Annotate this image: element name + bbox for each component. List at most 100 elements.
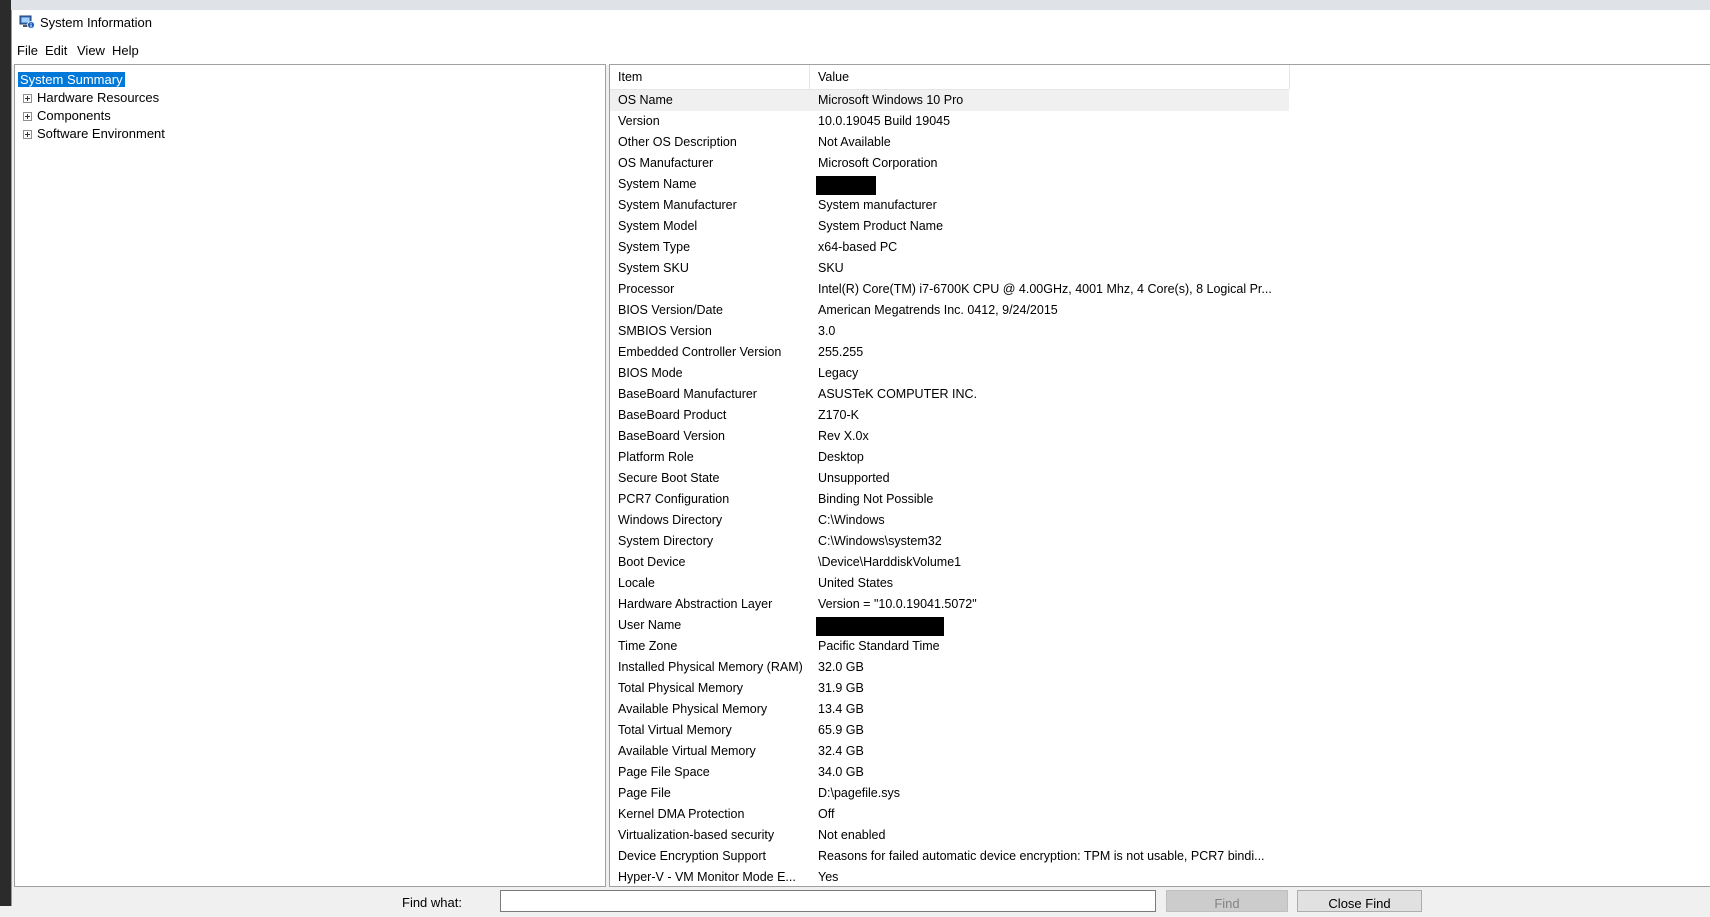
tree-item-system-summary[interactable]: System Summary bbox=[18, 71, 125, 89]
row-value: D:\pagefile.sys bbox=[818, 786, 900, 800]
expand-plus-icon[interactable] bbox=[23, 94, 32, 104]
row-item: Time Zone bbox=[618, 639, 678, 653]
title-bar[interactable]: System Information bbox=[12, 10, 1710, 37]
menu-help[interactable]: Help bbox=[112, 43, 139, 58]
table-row[interactable]: OS Name Microsoft Windows 10 Pro bbox=[610, 90, 1289, 111]
row-item: Version bbox=[618, 114, 660, 128]
row-item: OS Name bbox=[618, 93, 673, 107]
menu-bar: File Edit View Help bbox=[12, 37, 1710, 65]
table-row[interactable]: Kernel DMA Protection Off bbox=[610, 804, 1710, 825]
table-row[interactable]: Boot Device \Device\HarddiskVolume1 bbox=[610, 552, 1710, 573]
table-row[interactable]: BIOS Mode Legacy bbox=[610, 363, 1710, 384]
row-value: 32.4 GB bbox=[818, 744, 864, 758]
menu-file[interactable]: File bbox=[17, 43, 38, 58]
row-item: PCR7 Configuration bbox=[618, 492, 730, 506]
table-row[interactable]: Other OS Description Not Available bbox=[610, 132, 1710, 153]
row-value: Version = "10.0.19041.5072" bbox=[818, 597, 977, 611]
table-row[interactable]: User Name bbox=[610, 615, 1710, 636]
row-value: Off bbox=[818, 807, 835, 821]
list-rows: OS Name Microsoft Windows 10 Pro Version 10… bbox=[610, 90, 1710, 886]
table-row[interactable]: System Directory C:\Windows\system32 bbox=[610, 531, 1710, 552]
table-row[interactable]: Platform Role Desktop bbox=[610, 447, 1710, 468]
find-what-input[interactable] bbox=[500, 890, 1156, 912]
table-row[interactable]: Locale United States bbox=[610, 573, 1710, 594]
row-value: United States bbox=[818, 576, 894, 590]
row-item: Hardware Abstraction Layer bbox=[618, 597, 773, 611]
column-divider[interactable] bbox=[809, 65, 810, 89]
row-value: C:\Windows\system32 bbox=[818, 534, 942, 548]
tree-item-label: System Summary bbox=[18, 72, 125, 87]
column-header-value[interactable]: Value bbox=[818, 70, 849, 84]
table-row[interactable]: Available Virtual Memory 32.4 GB bbox=[610, 741, 1710, 762]
table-row[interactable]: Installed Physical Memory (RAM) 32.0 GB bbox=[610, 657, 1710, 678]
category-tree[interactable]: System Summary Hardware Resources Compon… bbox=[14, 64, 606, 887]
tree-item-components[interactable]: Components bbox=[23, 107, 113, 125]
table-row[interactable]: Virtualization-based security Not enabled bbox=[610, 825, 1710, 846]
tree-item-label: Components bbox=[37, 108, 111, 123]
table-row[interactable]: Available Physical Memory 13.4 GB bbox=[610, 699, 1710, 720]
row-value: Z170-K bbox=[818, 408, 859, 422]
tree-item-software-environment[interactable]: Software Environment bbox=[23, 125, 167, 143]
table-row[interactable]: Processor Intel(R) Core(TM) i7-6700K CPU … bbox=[610, 279, 1710, 300]
table-row[interactable]: System Model System Product Name bbox=[610, 216, 1710, 237]
table-row[interactable]: Hyper-V - VM Monitor Mode E... Yes bbox=[610, 867, 1710, 886]
row-value: Binding Not Possible bbox=[818, 492, 934, 506]
table-row[interactable]: Page File Space 34.0 GB bbox=[610, 762, 1710, 783]
table-row[interactable]: PCR7 Configuration Binding Not Possible bbox=[610, 489, 1710, 510]
row-item: Locale bbox=[618, 576, 655, 590]
row-item: Available Physical Memory bbox=[618, 702, 768, 716]
row-item: Boot Device bbox=[618, 555, 686, 569]
table-row[interactable]: System Type x64-based PC bbox=[610, 237, 1710, 258]
find-what-label: Find what: bbox=[402, 895, 462, 910]
table-row[interactable]: Time Zone Pacific Standard Time bbox=[610, 636, 1710, 657]
table-row[interactable]: BaseBoard Version Rev X.0x bbox=[610, 426, 1710, 447]
background-desktop-edge bbox=[0, 0, 11, 906]
table-row[interactable]: Hardware Abstraction Layer Version = "10.… bbox=[610, 594, 1710, 615]
table-row[interactable]: BIOS Version/Date American Megatrends Inc… bbox=[610, 300, 1710, 321]
row-item: System SKU bbox=[618, 261, 689, 275]
table-row[interactable]: System SKU SKU bbox=[610, 258, 1710, 279]
menu-view[interactable]: View bbox=[77, 43, 105, 58]
row-item: BIOS Version/Date bbox=[618, 303, 723, 317]
row-item: User Name bbox=[618, 618, 682, 632]
row-item: Windows Directory bbox=[618, 513, 723, 527]
table-row[interactable]: Total Physical Memory 31.9 GB bbox=[610, 678, 1710, 699]
redacted-value bbox=[816, 617, 944, 636]
find-bar: Find what: Find Close Find bbox=[12, 887, 1710, 912]
table-row[interactable]: OS Manufacturer Microsoft Corporation bbox=[610, 153, 1710, 174]
table-row[interactable]: System Manufacturer System manufacturer bbox=[610, 195, 1710, 216]
table-row[interactable]: Windows Directory C:\Windows bbox=[610, 510, 1710, 531]
row-value: Reasons for failed automatic device encr… bbox=[818, 849, 1265, 863]
row-value: Pacific Standard Time bbox=[818, 639, 940, 653]
expand-plus-icon[interactable] bbox=[23, 112, 32, 122]
table-row[interactable]: Secure Boot State Unsupported bbox=[610, 468, 1710, 489]
table-row[interactable]: System Name bbox=[610, 174, 1710, 195]
row-value: Rev X.0x bbox=[818, 429, 869, 443]
row-item: System Model bbox=[618, 219, 698, 233]
find-button[interactable]: Find bbox=[1166, 890, 1288, 912]
table-row[interactable]: Device Encryption Support Reasons for fai… bbox=[610, 846, 1710, 867]
table-row[interactable]: Embedded Controller Version 255.255 bbox=[610, 342, 1710, 363]
menu-edit[interactable]: Edit bbox=[45, 43, 67, 58]
table-row[interactable]: SMBIOS Version 3.0 bbox=[610, 321, 1710, 342]
details-list[interactable]: Item Value OS Name Microsoft Windows 10 P… bbox=[609, 64, 1710, 887]
column-header-item[interactable]: Item bbox=[618, 70, 642, 84]
table-row[interactable]: Total Virtual Memory 65.9 GB bbox=[610, 720, 1710, 741]
column-divider[interactable] bbox=[1289, 65, 1290, 89]
table-row[interactable]: BaseBoard Product Z170-K bbox=[610, 405, 1710, 426]
row-item: Total Physical Memory bbox=[618, 681, 744, 695]
row-item: System Type bbox=[618, 240, 691, 254]
row-value: 3.0 bbox=[818, 324, 836, 338]
table-row[interactable]: BaseBoard Manufacturer ASUSTeK COMPUTER I… bbox=[610, 384, 1710, 405]
row-value: System manufacturer bbox=[818, 198, 937, 212]
table-row[interactable]: Page File D:\pagefile.sys bbox=[610, 783, 1710, 804]
row-value: Legacy bbox=[818, 366, 859, 380]
tree-item-hardware-resources[interactable]: Hardware Resources bbox=[23, 89, 161, 107]
row-value: \Device\HarddiskVolume1 bbox=[818, 555, 962, 569]
close-find-button[interactable]: Close Find bbox=[1297, 890, 1422, 912]
expand-plus-icon[interactable] bbox=[23, 130, 32, 140]
row-value: 255.255 bbox=[818, 345, 864, 359]
row-item: Kernel DMA Protection bbox=[618, 807, 745, 821]
row-value: Not Available bbox=[818, 135, 891, 149]
table-row[interactable]: Version 10.0.19045 Build 19045 bbox=[610, 111, 1710, 132]
